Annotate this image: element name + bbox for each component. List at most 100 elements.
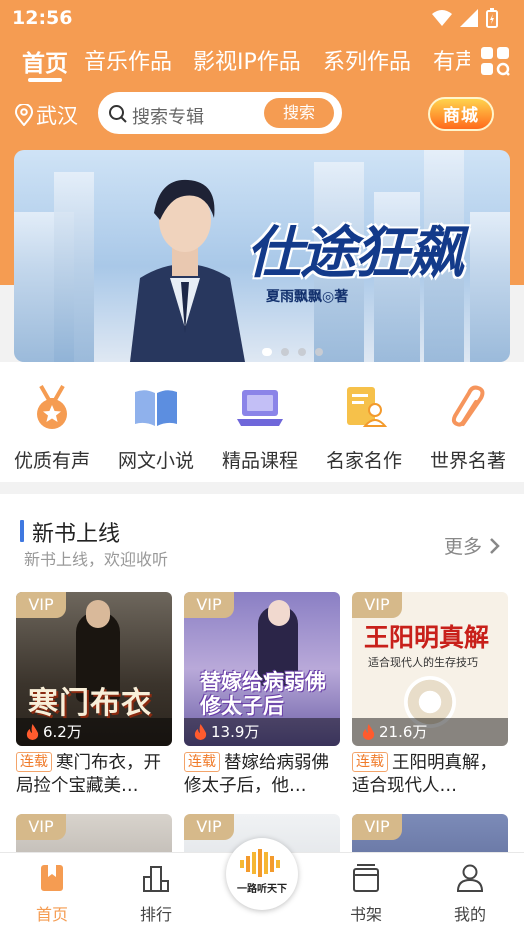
category-label: 名家名作 [325,450,402,472]
search-input[interactable]: 搜索专辑 [132,103,204,129]
vip-badge: VIP [184,592,234,618]
author-card-icon [347,387,388,427]
category-grid-icon[interactable] [480,46,510,76]
cover-title: 替嫁给病弱佛修太子后 [200,670,326,718]
vip-badge: VIP [352,814,402,840]
banner-carousel[interactable]: 仕途狂飙 夏雨飘飘◎著 [14,150,510,362]
top-tabs: 首页 音乐作品 影视IP作品 系列作品 有声 [0,40,470,88]
book-cover: 王阳明真解 适合现代人的生存技巧 VIP 21.6万 [352,592,508,746]
nav-ranking[interactable]: 排行 [116,863,196,925]
book-title: 连载 寒门布衣，开局捡个宝藏美… [16,752,172,798]
status-time: 12:56 [12,7,73,29]
paperclip-icon [451,385,485,427]
banner-title: 仕途狂飙 [246,221,464,286]
medal-icon [37,385,67,429]
category-label: 优质有声 [13,450,90,472]
book-card[interactable]: 替嫁给病弱佛修太子后 VIP 13.9万 连载 替嫁给病弱佛修太子后，他… [184,592,340,798]
nav-bookshelf[interactable]: 书架 [326,863,406,925]
nav-home[interactable]: 首页 [12,863,92,925]
cover-title: 王阳明真解 [364,623,490,652]
banner-dot [262,348,272,356]
more-label: 更多 [443,536,482,558]
location-selector[interactable]: 武汉 [14,100,78,130]
category-famous-authors[interactable]: 名家名作 [312,384,416,473]
banner-dot [298,348,306,356]
category-label: 世界名著 [429,450,506,472]
bookmark-icon [41,865,63,891]
bar-chart-icon [143,866,169,892]
chevron-right-icon [490,537,500,554]
book-card[interactable]: 寒门布衣 VIP 6.2万 连载 寒门布衣，开局捡个宝藏美… [16,592,172,798]
new-books-section: 新书上线 新书上线，欢迎收听 更多 寒门布衣 VIP 6.2万 连载 寒门布衣，开… [0,494,524,932]
serial-badge: 连载 [16,752,52,772]
banner-dot [281,348,289,356]
banner-author: 夏雨飘飘◎著 [266,289,349,305]
category-row: 优质有声 网文小说 精品课程 名家名作 世界名著 [0,362,524,482]
play-count: 21.6万 [352,718,508,746]
status-icons [432,8,498,28]
wifi-icon [432,10,452,26]
shelf-icon [353,864,379,892]
book-title: 连载 王阳明真解，适合现代人… [352,752,508,798]
open-book-icon [135,390,177,426]
battery-icon [486,8,498,28]
book-title: 连载 替嫁给病弱佛修太子后，他… [184,752,340,798]
location-label: 武汉 [36,104,78,128]
book-cover: 寒门布衣 VIP 6.2万 [16,592,172,746]
vip-badge: VIP [352,592,402,618]
nav-label: 我的 [453,905,486,924]
play-count-value: 13.9万 [211,723,260,741]
flame-icon [362,724,375,740]
search-button[interactable]: 搜索 [264,98,334,128]
search-box[interactable]: 搜索专辑 搜索 [98,92,342,134]
play-count-value: 6.2万 [43,723,82,741]
section-accent-bar [20,520,24,542]
play-count-value: 21.6万 [379,723,428,741]
flame-icon [26,724,39,740]
category-label: 精品课程 [221,450,298,472]
category-quality-audio[interactable]: 优质有声 [0,384,104,473]
search-icon [109,105,127,123]
book-card[interactable]: 王阳明真解 适合现代人的生存技巧 VIP 21.6万 连载 王阳明真解，适合现代人… [352,592,508,798]
book-cover: 替嫁给病弱佛修太子后 VIP 13.9万 [184,592,340,746]
cover-subtitle: 适合现代人的生存技巧 [368,656,478,669]
signal-icon [460,9,478,27]
location-pin-icon [14,104,34,126]
tab-series[interactable]: 系列作品 [323,44,411,76]
serial-badge: 连载 [352,752,388,772]
player-logo-button[interactable]: 一路听天下 [226,838,298,910]
tab-home[interactable]: 首页 [22,44,68,78]
category-label: 网文小说 [117,450,194,472]
category-web-novel[interactable]: 网文小说 [104,384,208,473]
cover-title: 寒门布衣 [28,686,152,721]
tab-film-ip[interactable]: 影视IP作品 [193,44,301,76]
play-count: 6.2万 [16,718,172,746]
tab-indicator [28,78,62,82]
section-title: 新书上线 [32,522,121,547]
nav-label: 书架 [349,905,382,924]
flame-icon [194,724,207,740]
category-courses[interactable]: 精品课程 [208,384,312,473]
vip-badge: VIP [184,814,234,840]
serial-badge: 连载 [184,752,220,772]
vip-badge: VIP [16,592,66,618]
section-subtitle: 新书上线，欢迎收听 [24,550,169,569]
banner-pagination [262,348,323,356]
nav-label: 首页 [35,905,68,924]
nav-profile[interactable]: 我的 [430,863,510,925]
user-icon [456,864,484,892]
mall-button[interactable]: 商城 [428,97,494,131]
center-logo-text: 一路听天下 [237,884,287,895]
more-link[interactable]: 更多 [444,532,500,559]
status-bar: 12:56 [0,0,524,36]
vip-badge: VIP [16,814,66,840]
nav-label: 排行 [139,905,172,924]
banner-dot [315,348,323,356]
sound-wave-logo-icon [240,849,280,877]
play-count: 13.9万 [184,718,340,746]
category-world-classics[interactable]: 世界名著 [416,384,520,473]
tab-audio[interactable]: 有声 [433,44,470,76]
laptop-icon [237,390,283,426]
tab-music[interactable]: 音乐作品 [84,44,172,76]
banner-character-image [130,179,245,362]
